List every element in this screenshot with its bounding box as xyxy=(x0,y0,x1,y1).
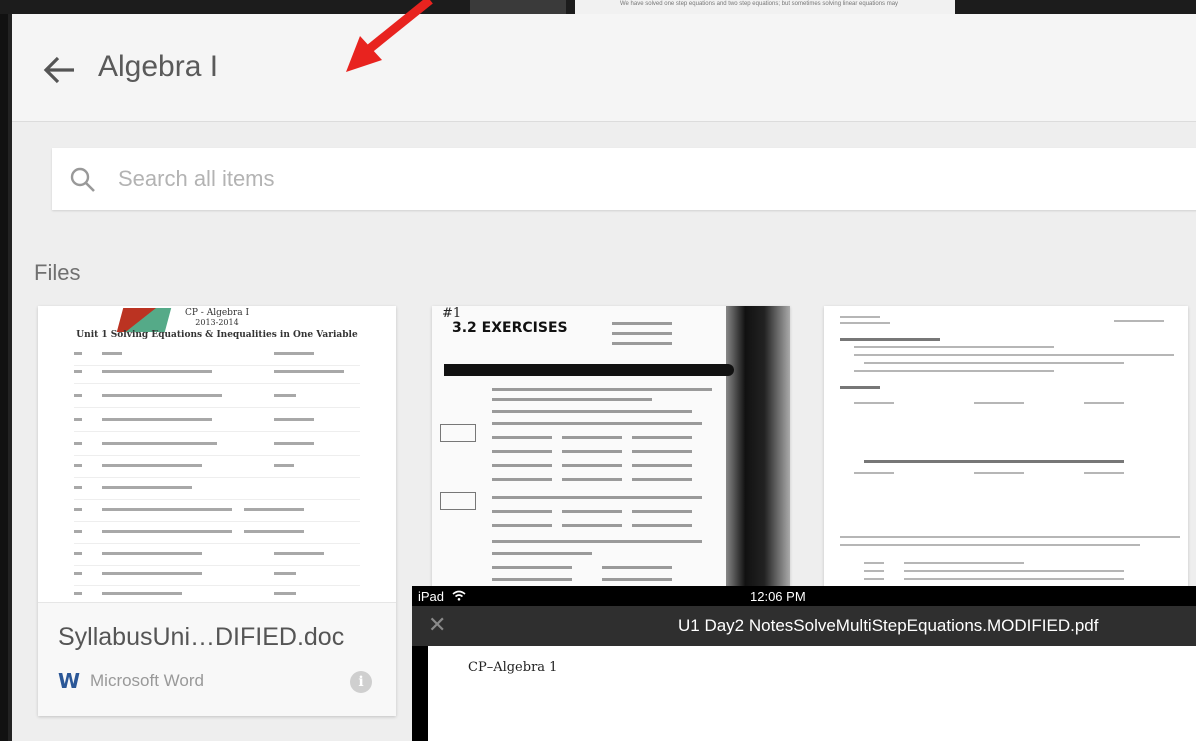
ipad-pdf-viewer-overlay: iPad 12:06 PM ✕ U1 Day2 NotesSolveMultiS… xyxy=(412,586,1196,741)
thumb-heading-1: CP - Algebra I xyxy=(184,308,249,318)
arrow-left-icon[interactable] xyxy=(42,54,78,86)
screenshot: We have solved one step equations and tw… xyxy=(0,0,1196,741)
app-bar: Algebra I xyxy=(12,14,1196,122)
search-icon xyxy=(70,167,95,192)
device-label: iPad xyxy=(418,589,445,604)
skill-practice-banner xyxy=(444,364,734,376)
thumb-heading-2: 2013-2014 xyxy=(195,318,239,327)
info-icon[interactable]: i xyxy=(350,671,372,693)
background-document-text: We have solved one step equations and tw… xyxy=(620,1,899,7)
file-card-syllabus[interactable]: CP - Algebra I 2013-2014 Unit 1 Solving … xyxy=(38,306,396,716)
status-bar: iPad 12:06 PM xyxy=(412,586,1196,606)
microsoft-word-icon: W xyxy=(58,669,81,693)
search-input[interactable] xyxy=(118,158,718,200)
wifi-icon xyxy=(452,590,466,601)
file-card-footer: SyllabusUni…DIFIED.doc W Microsoft Word … xyxy=(38,602,396,716)
thumb-heading-3: Unit 1 Solving Equations & Inequalities … xyxy=(76,330,358,340)
file-name: SyllabusUni…DIFIED.doc xyxy=(58,623,345,651)
folder-title: Algebra I xyxy=(98,50,219,83)
background-tab xyxy=(470,0,566,14)
close-icon[interactable]: ✕ xyxy=(428,614,448,636)
file-thumbnail: CP - Algebra I 2013-2014 Unit 1 Solving … xyxy=(38,306,396,602)
background-window-strip: We have solved one step equations and tw… xyxy=(0,0,1196,14)
files-section-title: Files xyxy=(34,260,81,285)
thumb-title: 3.2 EXERCISES xyxy=(452,320,568,336)
handwritten-note: #1 xyxy=(442,306,462,321)
red-arrow-annotation xyxy=(346,0,433,72)
viewer-title: U1 Day2 NotesSolveMultiStepEquations.MOD… xyxy=(678,616,1099,635)
pdf-page-text: CP–Algebra 1 xyxy=(468,660,558,675)
status-time: 12:06 PM xyxy=(750,589,806,604)
file-type: Microsoft Word xyxy=(90,671,204,690)
viewer-toolbar: ✕ U1 Day2 NotesSolveMultiStepEquations.M… xyxy=(412,606,1196,646)
search-bar[interactable] xyxy=(52,148,1196,210)
